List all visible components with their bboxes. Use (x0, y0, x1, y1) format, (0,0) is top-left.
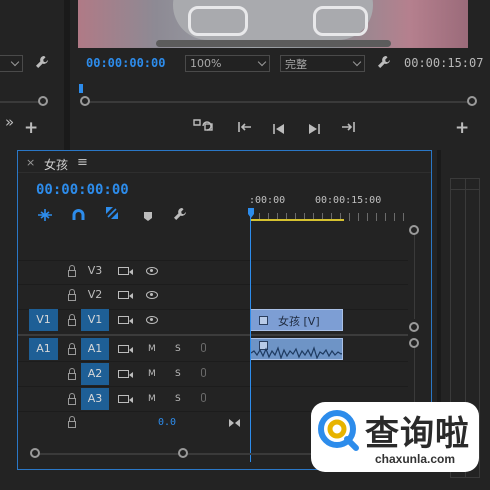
go-to-end-icon[interactable] (228, 413, 241, 432)
add-button-program[interactable]: + (455, 118, 469, 138)
sync-lock-icon-a2[interactable] (118, 370, 133, 378)
sync-lock-icon-a3[interactable] (118, 395, 133, 403)
audio-waveform (251, 346, 342, 359)
sequence-tab-name[interactable]: 女孩 (44, 156, 68, 173)
linked-selection-icon[interactable] (105, 205, 119, 224)
master-volume-value[interactable]: 0.0 (158, 417, 176, 428)
program-scrub-start-knob[interactable] (80, 96, 90, 106)
mic-icon-a1[interactable] (201, 343, 206, 352)
panel-menu-icon[interactable]: ≡ (77, 155, 88, 170)
watermark-logo-icon (318, 410, 359, 451)
solo-a2[interactable]: S (175, 369, 181, 379)
work-area-bar[interactable] (250, 219, 344, 221)
track-v3[interactable]: V3 (81, 260, 109, 282)
playhead-line[interactable] (250, 217, 251, 462)
fx-badge-icon (259, 316, 268, 325)
zoom-select[interactable]: 100% (185, 55, 270, 72)
preview-scrollbar[interactable] (156, 40, 391, 47)
source-patch-v1[interactable]: V1 (29, 309, 58, 331)
eye-icon-v3[interactable] (146, 267, 158, 275)
more-chevrons-icon[interactable]: » (5, 113, 14, 131)
lock-icon-a1[interactable] (68, 343, 76, 355)
video-vscroll-knob-bottom[interactable] (409, 322, 419, 332)
program-current-timecode[interactable]: 00:00:00:00 (86, 56, 165, 70)
lift-extract-icon[interactable] (192, 118, 214, 138)
step-back-icon[interactable] (272, 120, 286, 139)
left-scrub-knob[interactable] (38, 96, 48, 106)
playback-resolution-select[interactable]: 完整 (280, 55, 365, 72)
program-scrub-track[interactable] (84, 101, 472, 103)
video-clip-label: 女孩 [V] (278, 315, 320, 328)
timeline-hscroll-track[interactable] (36, 453, 316, 455)
eye-icon-v1[interactable] (146, 316, 158, 324)
track-a2[interactable]: A2 (81, 363, 109, 385)
solo-a1[interactable]: S (175, 344, 181, 354)
program-duration-timecode: 00:00:15:07 (404, 56, 484, 70)
left-dropdown[interactable] (0, 55, 23, 72)
add-button-left[interactable]: + (24, 118, 38, 138)
watermark-url: chaxunla.com (375, 452, 456, 466)
watermark-brand: 查询啦 (365, 414, 470, 454)
timeline-timecode[interactable]: 00:00:00:00 (36, 182, 129, 198)
video-vscroll-knob-top[interactable] (409, 225, 419, 235)
timeline-hscroll-left-knob[interactable] (30, 448, 40, 458)
lock-icon-v1[interactable] (68, 314, 76, 326)
go-to-out-icon[interactable] (340, 119, 356, 138)
program-scrub-end-knob[interactable] (467, 96, 477, 106)
audio-clip[interactable] (250, 338, 343, 360)
mute-a1[interactable]: M (148, 344, 156, 354)
mute-a2[interactable]: M (148, 369, 156, 379)
eye-icon-v2[interactable] (146, 291, 158, 299)
audio-vscroll-knob-top[interactable] (409, 338, 419, 348)
track-v2[interactable]: V2 (81, 284, 109, 306)
nest-sequence-icon[interactable] (38, 206, 52, 225)
step-forward-icon[interactable] (307, 120, 321, 139)
ruler-label-15s: 00:00:15:00 (315, 195, 382, 206)
snap-magnet-icon[interactable] (72, 206, 85, 225)
ruler-label-start: :00:00 (249, 195, 286, 206)
lock-icon-v2[interactable] (68, 289, 76, 301)
video-clip[interactable]: 女孩 [V] (250, 309, 343, 331)
mic-icon-a3[interactable] (201, 393, 206, 402)
sync-lock-icon-a1[interactable] (118, 345, 133, 353)
program-preview-frame (78, 0, 468, 48)
program-playhead-marker[interactable] (79, 84, 83, 93)
sync-lock-icon-v1[interactable] (118, 316, 133, 324)
lock-icon-a2[interactable] (68, 368, 76, 380)
panel-divider[interactable] (64, 0, 70, 150)
go-to-in-icon[interactable] (237, 119, 253, 138)
lock-icon-master[interactable] (68, 416, 76, 428)
track-v1[interactable]: V1 (81, 309, 109, 331)
timeline-settings-wrench-icon[interactable] (173, 206, 187, 225)
watermark-badge: 查询啦 chaxunla.com (311, 402, 479, 472)
solo-a3[interactable]: S (175, 394, 181, 404)
mute-a3[interactable]: M (148, 394, 156, 404)
lock-icon-v3[interactable] (68, 265, 76, 277)
track-a3[interactable]: A3 (81, 388, 109, 410)
track-a1[interactable]: A1 (81, 338, 109, 360)
lock-icon-a3[interactable] (68, 393, 76, 405)
add-marker-icon[interactable] (143, 207, 153, 226)
sync-lock-icon-v2[interactable] (118, 291, 133, 299)
sync-lock-icon-v3[interactable] (118, 267, 133, 275)
timeline-hscroll-right-knob[interactable] (178, 448, 188, 458)
wrench-icon[interactable] (376, 55, 392, 72)
mic-icon-a2[interactable] (201, 368, 206, 377)
close-tab-icon[interactable]: × (26, 156, 35, 169)
wrench-icon-left[interactable] (34, 55, 50, 72)
source-patch-a1[interactable]: A1 (29, 338, 58, 360)
video-vscroll-track[interactable] (414, 233, 415, 319)
